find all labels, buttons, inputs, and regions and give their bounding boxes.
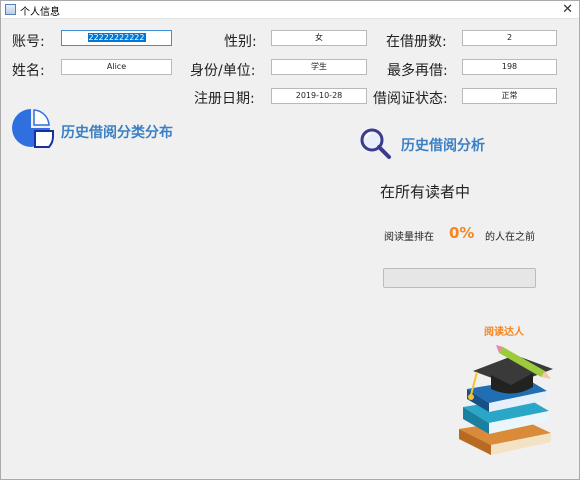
account-field[interactable]: 22222222222 [61,30,172,46]
register-date-label: 注册日期: [194,91,255,107]
rank-progress-bar [383,268,536,288]
among-readers-text: 在所有读者中 [380,183,471,201]
borrowed-count-field[interactable]: 2 [462,30,557,46]
rank-prefix-text: 阅读量排在 [384,232,434,243]
identity-field[interactable]: 学生 [271,59,367,75]
account-label: 账号: [12,34,45,50]
reading-expert-badge: 阅读达人 [484,327,524,338]
rank-suffix-text: 的人在之前 [485,232,535,243]
window-app-icon [5,4,16,15]
books-graduation-cap-icon [459,345,553,455]
window-title: 个人信息 [20,7,60,18]
borrowed-count-label: 在借册数: [386,34,447,50]
pie-chart-icon [12,109,54,148]
account-value: 22222222222 [87,33,146,42]
identity-label: 身份/单位: [190,63,256,79]
borrow-status-label: 借阅证状态: [373,91,448,107]
max-borrow-label: 最多再借: [387,63,448,79]
rank-percent: 0% [449,224,475,242]
name-field[interactable]: Alice [61,59,172,75]
analysis-section-title: 历史借阅分析 [401,138,485,154]
register-date-field[interactable]: 2019-10-28 [271,88,367,104]
magnifier-icon [360,128,391,159]
personal-info-window: 个人信息 ✕ 账号: 22222222222 姓名: Alice 性别: 女 身… [0,0,580,480]
close-icon[interactable]: ✕ [562,1,573,19]
gender-label: 性别: [224,34,257,50]
category-section-title: 历史借阅分类分布 [61,125,173,141]
borrow-status-field[interactable]: 正常 [462,88,557,104]
gender-field[interactable]: 女 [271,30,367,46]
max-borrow-field[interactable]: 198 [462,59,557,75]
title-bar[interactable]: 个人信息 ✕ [1,1,579,19]
name-label: 姓名: [12,63,45,79]
